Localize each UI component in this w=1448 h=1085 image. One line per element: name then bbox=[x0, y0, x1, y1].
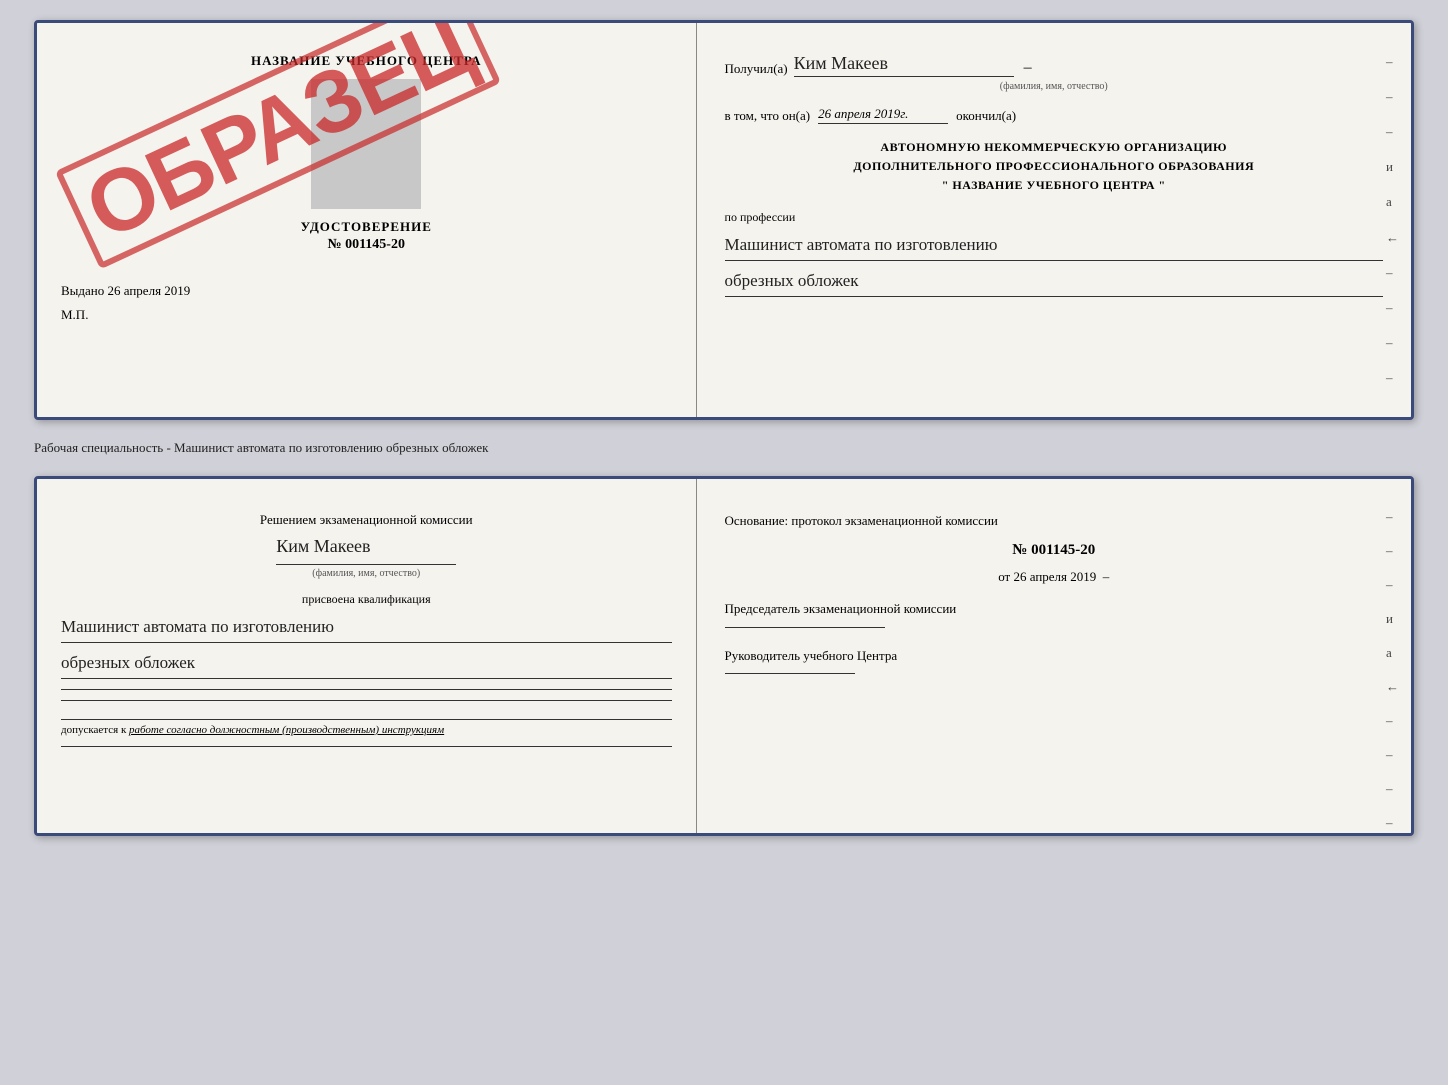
underline3 bbox=[61, 746, 672, 747]
vtom-date: 26 апреля 2019г. bbox=[818, 106, 948, 124]
profession-value2: обрезных обложек bbox=[725, 267, 1383, 297]
vydano-label: Выдано bbox=[61, 283, 104, 298]
org-line2: ДОПОЛНИТЕЛЬНОГО ПРОФЕССИОНАЛЬНОГО ОБРАЗО… bbox=[725, 157, 1383, 176]
osnovanie-block: Основание: протокол экзаменационной коми… bbox=[725, 509, 1383, 532]
underline2 bbox=[61, 700, 672, 701]
reshenie-label: Решением экзаменационной комиссии bbox=[61, 509, 672, 531]
komissia-fio: Ким Макеев bbox=[276, 531, 456, 565]
prisvoena-label: присвоена квалификация bbox=[61, 592, 672, 607]
poluchil-row: Получил(а) Ким Макеев – bbox=[725, 53, 1383, 77]
bottom-right-dashes: – – – и а ← – – – – bbox=[1386, 479, 1399, 833]
poluchil-label: Получил(а) bbox=[725, 61, 788, 77]
bottom-document-card: Решением экзаменационной комиссии Ким Ма… bbox=[34, 476, 1414, 836]
photo-placeholder bbox=[311, 79, 421, 209]
vtom-label: в том, что он(а) bbox=[725, 108, 811, 124]
school-title-top: НАЗВАНИЕ УЧЕБНОГО ЦЕНТРА bbox=[61, 53, 672, 69]
underline1 bbox=[61, 689, 672, 690]
vtom-row: в том, что он(а) 26 апреля 2019г. окончи… bbox=[725, 106, 1383, 124]
fam-sub-bottom: (фамилия, имя, отчество) bbox=[61, 565, 672, 582]
po-professii-label: по профессии bbox=[725, 210, 1383, 225]
mp-label: М.П. bbox=[61, 307, 672, 323]
ot-date-row: от 26 апреля 2019 – bbox=[725, 569, 1383, 585]
dopuskaetsya-value: работе согласно должностным (производств… bbox=[129, 724, 444, 736]
reshenie-block: Решением экзаменационной комиссии Ким Ма… bbox=[61, 509, 672, 582]
ot-label: от bbox=[998, 569, 1010, 584]
predsedatel-sign-line bbox=[725, 627, 885, 628]
ot-date: 26 апреля 2019 bbox=[1013, 569, 1096, 584]
osnovanie-label: Основание: протокол экзаменационной коми… bbox=[725, 509, 1383, 532]
predsedatel-label: Председатель экзаменационной комиссии bbox=[725, 601, 957, 616]
fio-sub-top: (фамилия, имя, отчество) bbox=[725, 81, 1383, 92]
profession-value1: Машинист автомата по изготовлению bbox=[725, 231, 1383, 261]
separator-label: Рабочая специальность - Машинист автомат… bbox=[34, 436, 1414, 460]
bottom-doc-right: Основание: протокол экзаменационной коми… bbox=[697, 479, 1411, 833]
fio-value-top: Ким Макеев bbox=[794, 53, 1014, 77]
proto-num: № 001145-20 bbox=[725, 542, 1383, 559]
rukovoditel-block: Руководитель учебного Центра bbox=[725, 646, 1383, 675]
udostoverenie-label: УДОСТОВЕРЕНИЕ bbox=[61, 219, 672, 235]
top-doc-right: Получил(а) Ким Макеев – (фамилия, имя, о… bbox=[697, 23, 1411, 417]
doc-number-top: № 001145-20 bbox=[61, 237, 672, 253]
rukovoditel-sign-line bbox=[725, 673, 855, 674]
predsedatel-block: Председатель экзаменационной комиссии bbox=[725, 599, 1383, 628]
org-line3: " НАЗВАНИЕ УЧЕБНОГО ЦЕНТРА " bbox=[725, 176, 1383, 195]
top-doc-left: НАЗВАНИЕ УЧЕБНОГО ЦЕНТРА УДОСТОВЕРЕНИЕ №… bbox=[37, 23, 697, 417]
kvalif-value1: Машинист автомата по изготовлению bbox=[61, 613, 672, 643]
vydano-row: Выдано 26 апреля 2019 bbox=[61, 283, 672, 299]
rukovoditel-label: Руководитель учебного Центра bbox=[725, 648, 898, 663]
bottom-doc-left: Решением экзаменационной комиссии Ким Ма… bbox=[37, 479, 697, 833]
kvalif-value2: обрезных обложек bbox=[61, 649, 672, 679]
okoncil-label: окончил(а) bbox=[956, 108, 1016, 124]
org-block: АВТОНОМНУЮ НЕКОММЕРЧЕСКУЮ ОРГАНИЗАЦИЮ ДО… bbox=[725, 138, 1383, 196]
org-line1: АВТОНОМНУЮ НЕКОММЕРЧЕСКУЮ ОРГАНИЗАЦИЮ bbox=[725, 138, 1383, 157]
dopuskaetsya-block: допускается к работе согласно должностны… bbox=[61, 719, 672, 736]
top-document-card: НАЗВАНИЕ УЧЕБНОГО ЦЕНТРА УДОСТОВЕРЕНИЕ №… bbox=[34, 20, 1414, 420]
dopuskaetsya-label: допускается к bbox=[61, 724, 126, 736]
right-dashes: – – – и а ← – – – – bbox=[1386, 23, 1399, 417]
vydano-date: 26 апреля 2019 bbox=[108, 283, 191, 298]
udostoverenie-block: УДОСТОВЕРЕНИЕ № 001145-20 bbox=[61, 219, 672, 253]
